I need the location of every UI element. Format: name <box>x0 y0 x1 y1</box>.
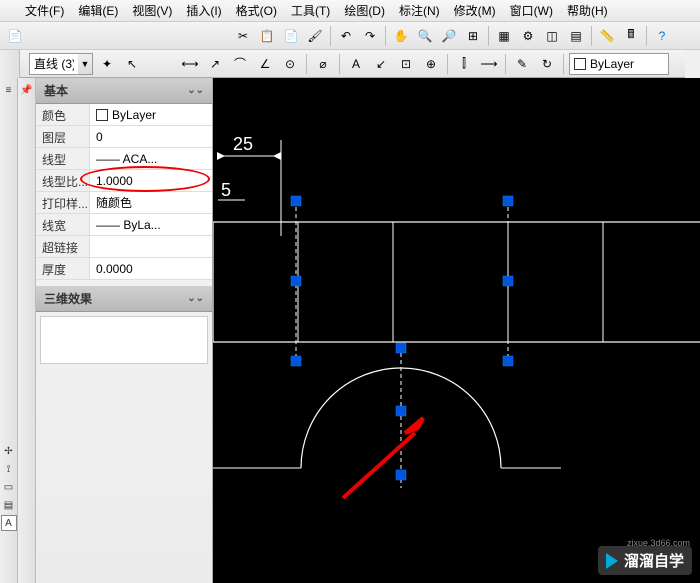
cut-icon[interactable]: ✂ <box>232 25 254 47</box>
svg-text:5: 5 <box>221 180 231 200</box>
panel-title: 基本 <box>44 82 68 99</box>
dim-arc-icon[interactable]: ⌒ <box>229 53 251 75</box>
swatch-icon <box>574 58 586 70</box>
property-grid: 颜色 ByLayer 图层 0 线型 —— ACA... 线型比... 1.00… <box>36 104 212 280</box>
prop-row-layer[interactable]: 图层 0 <box>36 126 212 148</box>
copy-icon[interactable]: 📋 <box>256 25 278 47</box>
prop-row-plotstyle[interactable]: 打印样... 随颜色 <box>36 192 212 214</box>
menu-modify[interactable]: 修改(M) <box>447 0 503 22</box>
tolerance-icon[interactable]: ⊡ <box>395 53 417 75</box>
text-icon[interactable]: A <box>345 53 367 75</box>
dim-update-icon[interactable]: ↻ <box>536 53 558 75</box>
table-icon[interactable]: ▤ <box>565 25 587 47</box>
prop-row-linetypescale[interactable]: 线型比... 1.0000 <box>36 170 212 192</box>
dim-value: 25 <box>233 134 253 154</box>
menu-edit[interactable]: 编辑(E) <box>71 0 125 22</box>
measure-icon[interactable]: 📏 <box>596 25 618 47</box>
undo-icon[interactable]: ↶ <box>335 25 357 47</box>
panel-3d-title: 三维效果 <box>44 290 92 307</box>
rail-grip-icon[interactable]: ≡ <box>1 82 17 98</box>
prop-row-lineweight[interactable]: 线宽 —— ByLa... <box>36 214 212 236</box>
menu-window[interactable]: 窗口(W) <box>503 0 560 22</box>
zoom-window-icon[interactable]: ⊞ <box>462 25 484 47</box>
color-combo[interactable]: ByLayer <box>569 53 669 75</box>
layer-icon[interactable]: ▦ <box>493 25 515 47</box>
baseline-icon[interactable]: ⫿ <box>453 53 475 75</box>
help-icon[interactable]: ? <box>651 25 673 47</box>
left-rail: ≡ ✢ ⟟ ▭ ▤ A <box>0 78 18 583</box>
dim-radius-icon[interactable]: ⊙ <box>279 53 301 75</box>
dim-linear-icon[interactable]: ⟷ <box>179 53 201 75</box>
calculator-icon[interactable]: 🖩 <box>620 25 642 47</box>
continue-icon[interactable]: ⟶ <box>478 53 500 75</box>
collapse-icon-3d[interactable]: ⌄⌄ <box>187 293 204 304</box>
rail-ucs-icon[interactable]: ⟟ <box>1 461 17 477</box>
play-icon <box>606 553 618 569</box>
watermark: 溜溜自学 <box>598 546 692 575</box>
dim-angular-icon[interactable]: ∠ <box>254 53 276 75</box>
left-rail2: 📌 <box>18 78 36 583</box>
properties-panel: 基本 ⌄⌄ 颜色 ByLayer 图层 0 线型 —— ACA... 线型比..… <box>36 78 213 583</box>
menu-file[interactable]: 文件(F) <box>18 0 71 22</box>
bylayer-label: ByLayer <box>590 57 634 71</box>
select-icon[interactable]: ↖ <box>121 53 143 75</box>
dim-edit-icon[interactable]: ✎ <box>511 53 533 75</box>
menu-draw[interactable]: 绘图(D) <box>337 0 392 22</box>
selection-input[interactable] <box>30 55 78 73</box>
pick-add-icon[interactable]: ✦ <box>96 53 118 75</box>
collapse-icon[interactable]: ⌄⌄ <box>187 85 204 96</box>
rail-axis-icon[interactable]: ✢ <box>1 443 17 459</box>
toolbar-main: 📄 ✂ 📋 📄 🖌 ↶ ↷ ✋ 🔍 🔎 ⊞ ▦ ⚙ ◫ ▤ 📏 🖩 ? <box>0 22 700 50</box>
cad-drawing: 25 5 <box>213 78 700 583</box>
rail-layer-icon[interactable]: ▤ <box>1 497 17 513</box>
prop-row-linetype[interactable]: 线型 —— ACA... <box>36 148 212 170</box>
toolbar-secondary: ▼ ✦ ↖ ⟷ ↗ ⌒ ∠ ⊙ ⌀ A ↙ ⊡ ⊕ ⫿ ⟶ ✎ ↻ ByLaye… <box>0 50 685 78</box>
paste-icon[interactable]: 📄 <box>280 25 302 47</box>
brush-icon[interactable]: 🖌 <box>304 25 326 47</box>
menu-insert[interactable]: 插入(I) <box>179 0 228 22</box>
menu-tools[interactable]: 工具(T) <box>284 0 337 22</box>
panel-header-basic[interactable]: 基本 ⌄⌄ <box>36 78 212 104</box>
watermark-text: 溜溜自学 <box>624 550 684 571</box>
menubar: 文件(F) 编辑(E) 视图(V) 插入(I) 格式(O) 工具(T) 绘图(D… <box>0 0 700 22</box>
dim-aligned-icon[interactable]: ↗ <box>204 53 226 75</box>
menu-format[interactable]: 格式(O) <box>229 0 284 22</box>
dropdown-icon[interactable]: ▼ <box>78 54 92 74</box>
drawing-canvas[interactable]: 25 5 <box>213 78 700 583</box>
rail-view-icon[interactable]: ▭ <box>1 479 17 495</box>
rail-text-icon[interactable]: A <box>1 515 17 531</box>
menu-help[interactable]: 帮助(H) <box>560 0 615 22</box>
prop-row-hyperlink[interactable]: 超链接 <box>36 236 212 258</box>
redo-icon[interactable]: ↷ <box>359 25 381 47</box>
zoom-extents-icon[interactable]: 🔍 <box>414 25 436 47</box>
pin-icon[interactable]: 📌 <box>19 82 35 98</box>
selection-combo[interactable]: ▼ <box>29 53 93 75</box>
zoom-in-icon[interactable]: 🔎 <box>438 25 460 47</box>
menu-dimension[interactable]: 标注(N) <box>392 0 447 22</box>
pan-icon[interactable]: ✋ <box>390 25 412 47</box>
new-icon[interactable]: 📄 <box>4 25 26 47</box>
leader-icon[interactable]: ↙ <box>370 53 392 75</box>
prop-row-color[interactable]: 颜色 ByLayer <box>36 104 212 126</box>
block-icon[interactable]: ◫ <box>541 25 563 47</box>
center-icon[interactable]: ⊕ <box>420 53 442 75</box>
panel-header-3d[interactable]: 三维效果 ⌄⌄ <box>36 286 212 312</box>
color-swatch <box>96 109 108 121</box>
properties-icon[interactable]: ⚙ <box>517 25 539 47</box>
preview-box <box>40 316 208 364</box>
menu-view[interactable]: 视图(V) <box>125 0 179 22</box>
dim-diameter-icon[interactable]: ⌀ <box>312 53 334 75</box>
prop-row-thickness[interactable]: 厚度 0.0000 <box>36 258 212 280</box>
